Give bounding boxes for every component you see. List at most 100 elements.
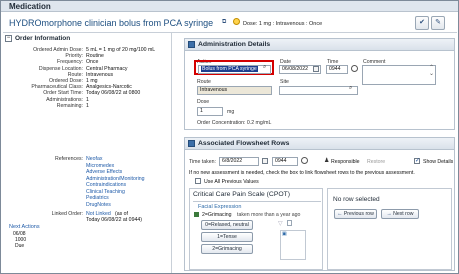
order-info-label: Ordered Dose: [48, 78, 83, 84]
order-info-label: Pharmaceutical Class: [31, 84, 83, 91]
references-label: References: [55, 156, 83, 162]
cpot-heading: Critical Care Pain Scale (CPOT) [193, 191, 291, 198]
reference-link[interactable]: DrugNotes [86, 202, 111, 208]
option-relaxed-button[interactable]: 0=Relaxed, neutral [201, 220, 253, 230]
window-titlebar: Medication [1, 1, 458, 12]
order-info-value: 5 mL = 1 mg of 20 mg/100 mL [86, 47, 156, 53]
option-tense-button[interactable]: 1=Tense [201, 232, 253, 242]
action-field[interactable]: Bolus from PCA syringe [198, 65, 271, 74]
time-taken-clock-icon[interactable] [301, 157, 308, 164]
medication-title: HYDROmorphone clinician bolus from PCA s… [9, 18, 214, 28]
order-information-panel: − Order Information Ordered Admin Dose: 5… [3, 33, 172, 273]
arrow-right-icon: → [386, 211, 392, 217]
dose-unit: mg [227, 109, 235, 115]
comment-scroll-icon[interactable]: ⌃ ⌄ [429, 65, 434, 77]
person-icon: ♟ [324, 158, 330, 164]
restore-button[interactable]: Restore [367, 159, 385, 165]
flowsheet-icon [188, 140, 195, 147]
order-info-label: Route: [67, 71, 83, 78]
site-search-icon[interactable]: ⌕ [349, 85, 352, 92]
time-taken-calendar-icon[interactable] [262, 158, 268, 164]
previous-value-icon [194, 212, 199, 217]
order-info-value: Analgesics-Narcotic [86, 84, 132, 91]
order-info-value: 1 [86, 102, 89, 109]
accept-button[interactable]: ✔ [415, 16, 429, 30]
medication-window: Medication HYDROmorphone clinician bolus… [0, 0, 459, 274]
reference-link[interactable]: Adverse Effects [86, 169, 122, 175]
reference-link[interactable]: Micromedex [86, 163, 114, 169]
reference-link[interactable]: Pediatrics [86, 195, 109, 201]
time-field[interactable]: 0944 [326, 65, 348, 74]
option-tense-label: 1=Tense [217, 234, 237, 240]
time-taken-date: 6/8/2022 [222, 158, 243, 164]
order-info-value: 1 [86, 96, 89, 103]
time-taken-time-field[interactable]: 0944 [272, 157, 298, 166]
comment-field[interactable] [362, 65, 436, 85]
site-field[interactable] [279, 86, 358, 95]
route-label: Route [197, 79, 211, 85]
reference-link[interactable]: Administration/Monitoring [86, 176, 145, 182]
dose-info-icon [233, 18, 240, 25]
window-title: Medication [9, 2, 51, 11]
medication-header: HYDROmorphone clinician bolus from PCA s… [3, 13, 457, 33]
order-info-label: Ordered Admin Dose: [33, 47, 83, 53]
filter-icon[interactable]: ▽ [278, 220, 283, 227]
responsible-button[interactable]: Responsible [331, 159, 360, 165]
route-field[interactable]: Intravenous [197, 86, 272, 95]
time-taken-date-field[interactable]: 6/8/2022 [219, 157, 259, 166]
row-detail-section: No row selected ← Previous row → Next ro… [327, 188, 452, 270]
reference-link[interactable]: Neofax [86, 156, 102, 162]
order-info-value: 1 mg [86, 78, 98, 84]
collapse-icon[interactable]: − [5, 35, 12, 42]
order-info-value: Intravenous [86, 71, 114, 78]
note-icon[interactable] [287, 220, 292, 226]
action-value: Bolus from PCA syringe [201, 66, 258, 72]
previous-value: 2=Grimacing [202, 212, 232, 218]
dose-value: 1 [200, 108, 203, 114]
popout-icon[interactable]: ⧉ [222, 19, 226, 26]
time-taken-time: 0944 [275, 158, 287, 164]
order-info-label: Priority: [65, 53, 83, 60]
route-value: Intravenous [200, 87, 228, 93]
show-details-checkbox[interactable] [414, 157, 420, 164]
administration-details-header: Administration Details [185, 39, 454, 51]
edit-button[interactable]: ✎ [431, 16, 445, 30]
order-info-label: Dispense Location: [38, 65, 83, 72]
facial-expression-label: Facial Expression [198, 204, 242, 210]
order-info-label: Remaining: [56, 102, 83, 109]
reference-link[interactable]: Clinical Teaching [86, 189, 125, 195]
previous-row-button[interactable]: ← Previous row [334, 209, 377, 219]
next-row-label: Next row [393, 211, 414, 217]
dose-field[interactable]: 1 [197, 107, 223, 116]
order-info-label: Administrations: [46, 96, 83, 103]
use-previous-values-checkbox[interactable] [195, 178, 201, 184]
doc-icon: ▣ [282, 231, 287, 237]
link-notice: If no new assessment is needed, check th… [189, 170, 415, 176]
option-grimacing-button[interactable]: 2=Grimacing [201, 244, 253, 254]
option-grimacing-label: 2=Grimacing [212, 246, 242, 252]
next-actions-label: Next Actions [9, 224, 40, 230]
reference-link[interactable]: Contraindications [86, 182, 126, 188]
next-action-status: Due [15, 243, 25, 249]
time-value: 0944 [329, 66, 341, 72]
action-search-icon[interactable]: ⌕ [263, 64, 266, 71]
administration-details-heading: Administration Details [198, 41, 271, 48]
clock-icon[interactable] [351, 65, 358, 72]
linked-order-label: Linked Order: [51, 211, 83, 217]
site-label: Site [280, 79, 289, 85]
pencil-icon: ✎ [435, 19, 441, 26]
date-value: 06/08/2022 [282, 66, 308, 72]
use-previous-values-label: Use All Previous Values [204, 179, 259, 185]
order-concentration: Order Concentration: 0.2 mg/mL [197, 120, 272, 126]
arrow-left-icon: ← [337, 211, 343, 217]
order-info-heading: Order Information [15, 35, 71, 42]
admin-details-icon [188, 41, 195, 48]
order-info-value: Routine [86, 53, 104, 60]
option-relaxed-label: 0=Relaxed, neutral [205, 222, 249, 228]
cpot-divider [193, 201, 321, 202]
check-icon: ✔ [419, 19, 425, 26]
no-row-selected: No row selected [333, 196, 380, 203]
calendar-icon[interactable] [313, 66, 319, 72]
order-info-value: Central Pharmacy [86, 65, 128, 72]
next-row-button[interactable]: → Next row [381, 209, 419, 219]
